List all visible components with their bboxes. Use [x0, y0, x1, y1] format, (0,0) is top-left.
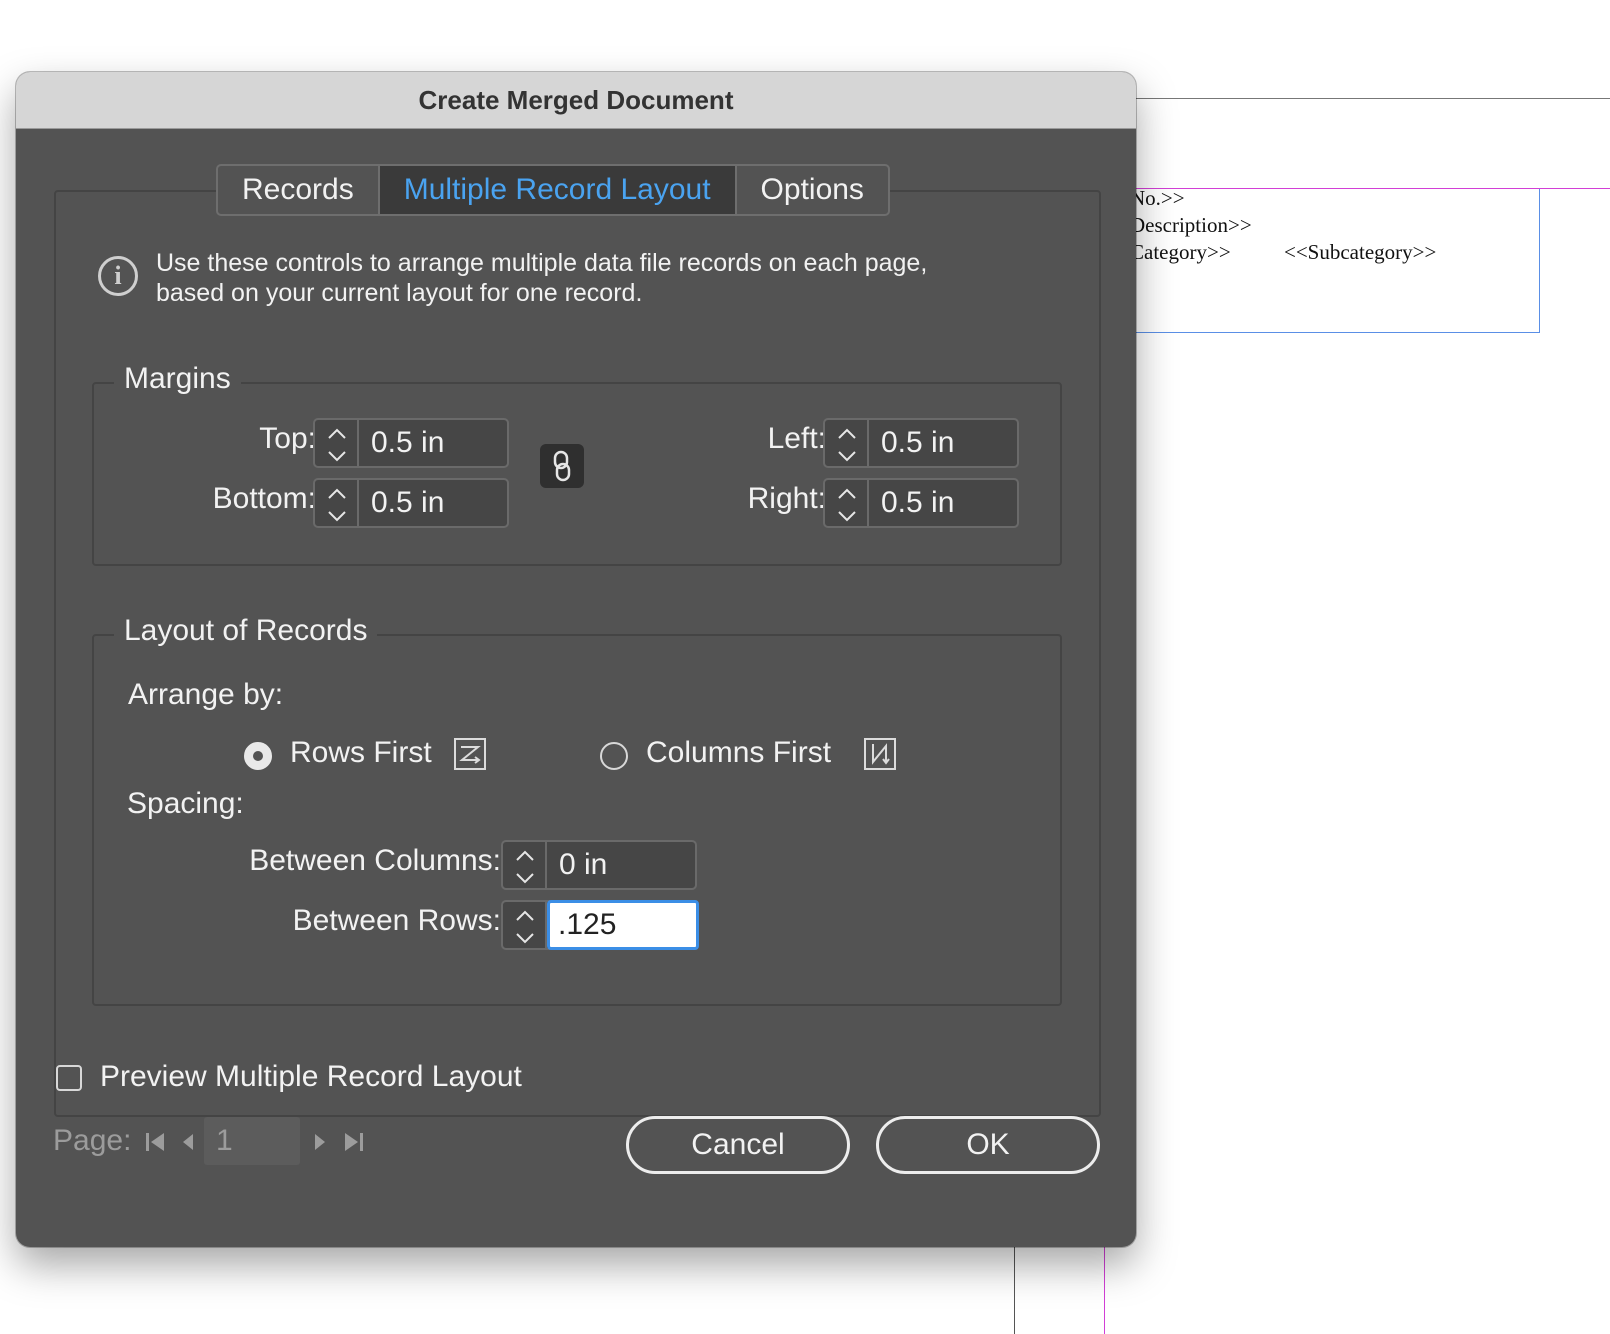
columns-first-label[interactable]: Columns First [646, 736, 831, 770]
document-frame-right [1539, 189, 1540, 333]
margin-top-label: Top: [259, 422, 316, 455]
tab-options[interactable]: Options [737, 166, 888, 214]
rows-first-icon [454, 738, 486, 770]
rows-first-label[interactable]: Rows First [290, 736, 432, 770]
margin-left-label: Left: [767, 422, 826, 455]
margin-bottom-value[interactable]: 0.5 in [371, 480, 444, 526]
between-rows-input[interactable]: .125 [547, 900, 699, 950]
info-icon: i [98, 256, 138, 296]
columns-first-radio[interactable] [600, 742, 628, 770]
spacing-label: Spacing: [127, 787, 244, 820]
between-rows-value[interactable]: .125 [558, 903, 616, 947]
between-columns-value[interactable]: 0 in [559, 842, 607, 888]
cancel-button[interactable]: Cancel [626, 1116, 850, 1174]
page-number-value[interactable]: 1 [216, 1117, 233, 1165]
document-field-no: No.>> [1130, 186, 1185, 210]
columns-first-icon [864, 738, 896, 770]
margin-left-stepper[interactable]: 0.5 in [823, 418, 1019, 468]
ok-button[interactable]: OK [876, 1116, 1100, 1174]
document-field-category: Category>> [1130, 240, 1231, 264]
margin-bottom-label: Bottom: [212, 482, 316, 515]
dialog-title: Create Merged Document [16, 72, 1136, 129]
last-page-icon[interactable] [343, 1130, 365, 1154]
arrange-by-label: Arrange by: [128, 678, 284, 711]
stepper-arrows-icon[interactable] [315, 420, 359, 466]
page-label: Page: [53, 1124, 132, 1157]
margin-right-value[interactable]: 0.5 in [881, 480, 954, 526]
document-guide-top [1136, 98, 1610, 99]
document-field-description: Description>> [1130, 213, 1252, 237]
tab-bar: Records Multiple Record Layout Options [216, 164, 890, 216]
margins-legend: Margins [114, 362, 241, 396]
document-guide-vertical-magenta [1104, 1247, 1105, 1334]
first-page-icon[interactable] [144, 1130, 166, 1154]
layout-of-records-legend: Layout of Records [114, 614, 378, 648]
stepper-arrows-icon[interactable] [315, 480, 359, 526]
margin-top-value[interactable]: 0.5 in [371, 420, 444, 466]
tab-records[interactable]: Records [218, 166, 380, 214]
link-margins-icon[interactable] [540, 444, 584, 488]
page-number-field[interactable]: 1 [204, 1117, 300, 1165]
preview-label[interactable]: Preview Multiple Record Layout [100, 1060, 522, 1094]
info-line-2: based on your current layout for one rec… [156, 279, 643, 307]
between-rows-stepper[interactable]: .125 [501, 900, 699, 950]
stepper-arrows-icon[interactable] [503, 842, 547, 888]
document-field-subcategory: <<Subcategory>> [1284, 240, 1437, 264]
create-merged-document-dialog: Create Merged Document Records Multiple … [16, 72, 1136, 1247]
between-rows-label: Between Rows: [292, 904, 501, 937]
tab-multiple-record-layout[interactable]: Multiple Record Layout [379, 166, 737, 214]
document-frame-bottom [1136, 332, 1540, 333]
margin-left-value[interactable]: 0.5 in [881, 420, 954, 466]
between-columns-label: Between Columns: [249, 844, 501, 877]
rows-first-radio[interactable] [244, 742, 272, 770]
stepper-arrows-icon[interactable] [503, 902, 547, 948]
next-page-icon[interactable] [312, 1130, 328, 1154]
stepper-arrows-icon[interactable] [825, 480, 869, 526]
info-description: Use these controls to arrange multiple d… [156, 248, 1036, 308]
stepper-arrows-icon[interactable] [825, 420, 869, 466]
margin-right-label: Right: [747, 482, 826, 515]
previous-page-icon[interactable] [180, 1130, 196, 1154]
document-guide-vertical [1014, 1247, 1015, 1334]
info-line-1: Use these controls to arrange multiple d… [156, 249, 928, 277]
margin-right-stepper[interactable]: 0.5 in [823, 478, 1019, 528]
margin-bottom-stepper[interactable]: 0.5 in [313, 478, 509, 528]
preview-checkbox[interactable] [56, 1065, 82, 1091]
between-columns-stepper[interactable]: 0 in [501, 840, 697, 890]
margin-top-stepper[interactable]: 0.5 in [313, 418, 509, 468]
